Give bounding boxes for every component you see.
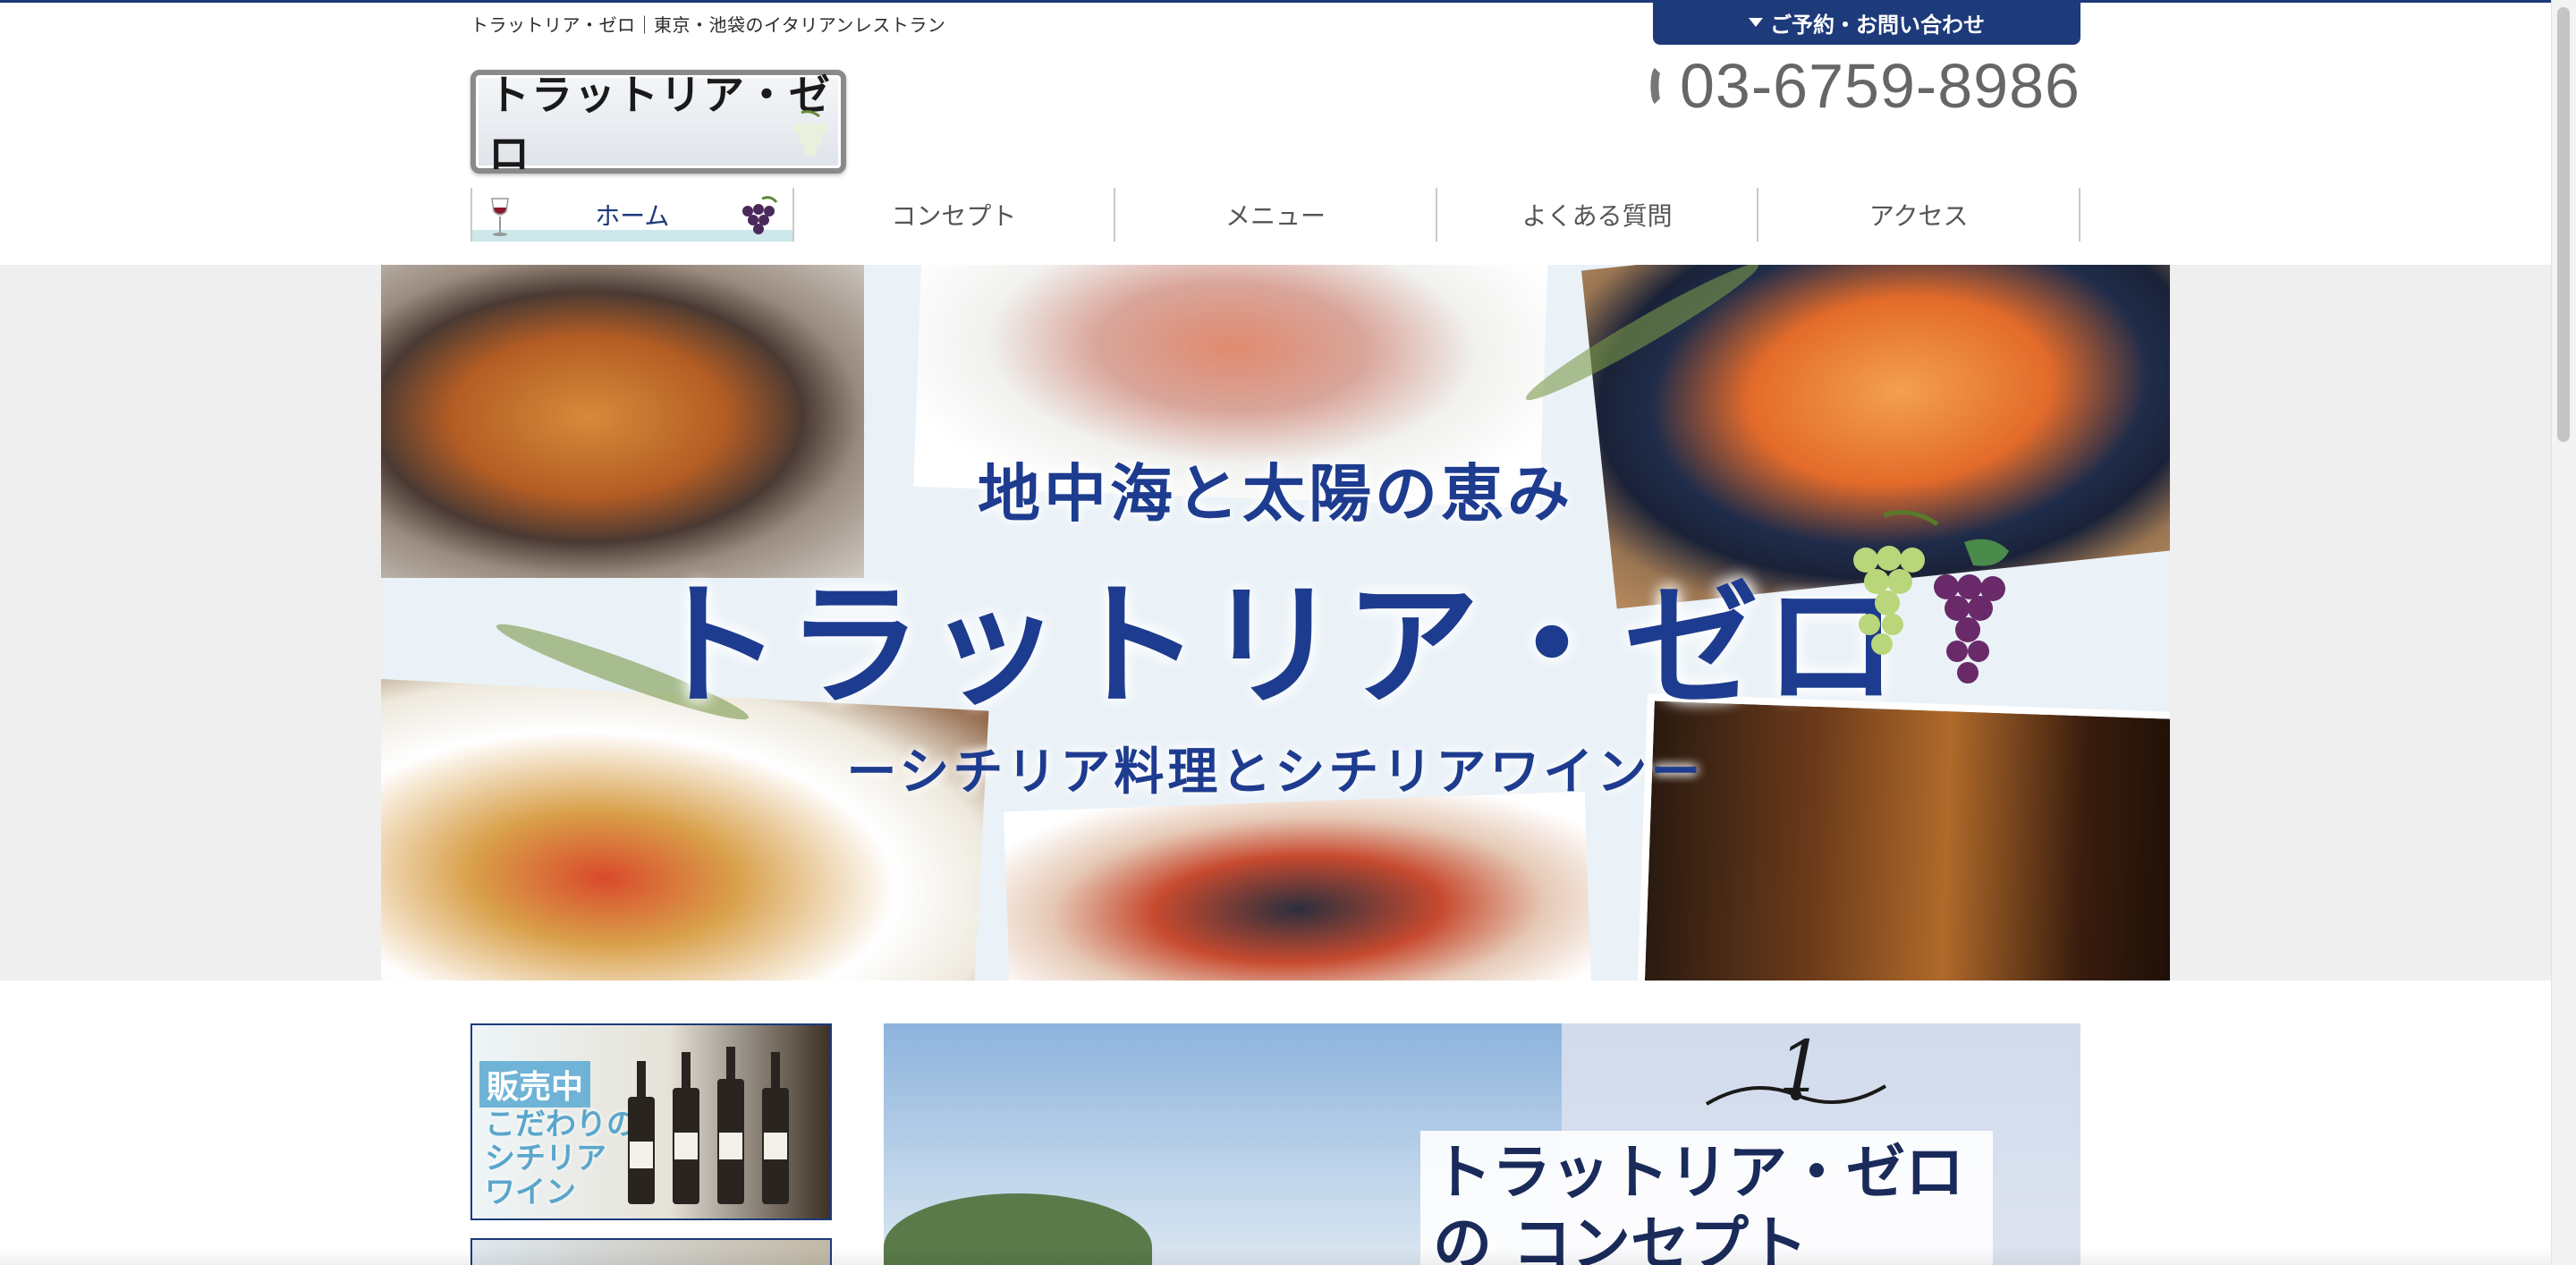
banner-tag: 販売中: [479, 1061, 591, 1108]
page-scrollbar[interactable]: [2551, 0, 2576, 1265]
caret-down-icon: [1749, 18, 1763, 27]
concept-title: トラットリア・ゼロの コンセプト: [1420, 1131, 1993, 1265]
wine-glass-icon: [491, 198, 509, 236]
reservation-button[interactable]: ご予約・お問い合わせ: [1653, 0, 2080, 45]
site-logo[interactable]: トラットリア・ゼロ: [470, 70, 846, 178]
grape-icon: [741, 196, 777, 234]
grape-icon: [793, 110, 827, 157]
phone-icon: [1650, 68, 1660, 104]
nav-item-label: メニュー: [1224, 201, 1326, 231]
top-accent-line: [0, 0, 2551, 3]
nav-item-label: アクセス: [1868, 201, 1969, 231]
nav-item-access[interactable]: アクセス: [1757, 188, 2080, 242]
nav-item-label: ホーム: [595, 201, 670, 231]
wine-bottles-icon: [628, 1047, 789, 1204]
flourish-ornament-icon: [1705, 1084, 1887, 1106]
wine-sale-banner[interactable]: 販売中 こだわりの シチリア ワイン: [470, 1023, 832, 1220]
main-nav: ホーム コンセプト メニュー よくある質問 アクセス: [470, 188, 2080, 242]
nav-item-menu[interactable]: メニュー: [1114, 188, 1436, 242]
phone-number-text: 03-6759-8986: [1680, 51, 2080, 121]
nav-item-label: コンセプト: [891, 201, 1017, 231]
banner-text: こだわりの シチリア ワイン: [485, 1107, 637, 1210]
concept-section-banner[interactable]: 1 トラットリア・ゼロの コンセプト: [884, 1023, 2080, 1265]
nav-item-concept[interactable]: コンセプト: [792, 188, 1114, 242]
nav-item-label: よくある質問: [1521, 201, 1673, 231]
grapes-icon: [1853, 510, 2009, 683]
hero-tagline: ーシチリア料理とシチリアワインー: [846, 743, 1705, 802]
mussels-photo: [1004, 791, 1592, 981]
nav-item-faq[interactable]: よくある質問: [1435, 188, 1758, 242]
reservation-button-label: ご予約・お問い合わせ: [1770, 12, 1985, 38]
site-tagline: トラットリア・ゼロ｜東京・池袋のイタリアンレストラン: [470, 14, 946, 36]
bottom-fade: [0, 1247, 2551, 1265]
hero-banner: 地中海と太陽の恵み トラットリア・ゼロ ーシチリア料理とシチリアワインー: [381, 265, 2170, 981]
scrollbar-thumb[interactable]: [2557, 7, 2570, 442]
phone-number[interactable]: 03-6759-8986: [1648, 50, 2080, 122]
nav-item-home[interactable]: ホーム: [470, 188, 792, 242]
